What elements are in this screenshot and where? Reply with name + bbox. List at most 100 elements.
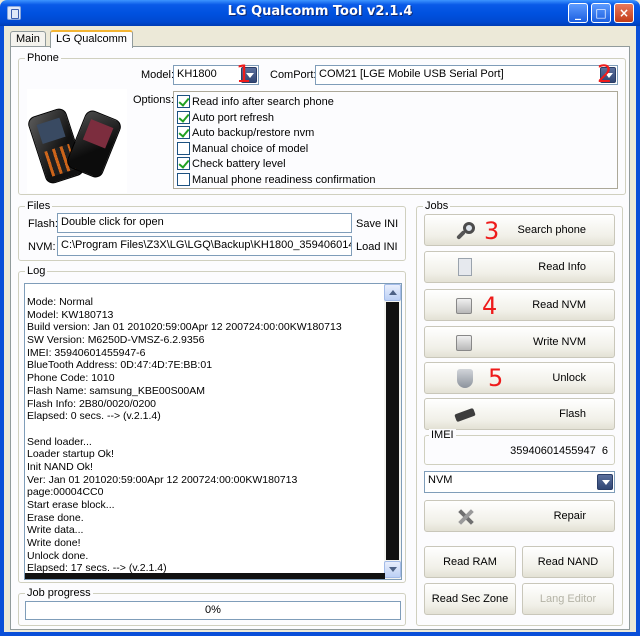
read-nand-button[interactable]: Read NAND [522, 546, 614, 578]
log-scrollbar[interactable] [384, 284, 401, 579]
log-line: Loader startup Ok! [27, 448, 114, 461]
log-line: Ver: Jan 01 201020:59:00Apr 12 200724:00… [27, 473, 298, 486]
checkbox-icon[interactable] [177, 141, 190, 155]
checkbox-icon[interactable] [177, 172, 190, 186]
log-line: Flash Name: samsung_KBE00S00AM [27, 384, 206, 397]
phone-image-right [64, 108, 124, 180]
imei-value: 35940601455947 6 [510, 445, 608, 457]
document-search-icon [455, 258, 475, 278]
annotation-marker-1: 1 [236, 60, 252, 88]
annotation-marker-5: 5 [488, 364, 504, 392]
annotation-marker-3: 3 [484, 217, 500, 245]
log-textarea[interactable]: Mode: Normal Model: KW180713 Build version… [24, 283, 402, 580]
button-label: Unlock [552, 372, 586, 384]
mode-value: NVM [428, 474, 453, 486]
flash-button[interactable]: Flash [424, 398, 615, 430]
mode-select[interactable]: NVM [424, 471, 615, 493]
option-read-info[interactable]: Read info after search phone [177, 95, 334, 110]
button-label: Search phone [517, 224, 587, 236]
repair-button[interactable]: Repair [424, 500, 615, 532]
option-manual-model[interactable]: Manual choice of model [177, 141, 309, 157]
log-line: Write data... [27, 524, 84, 537]
tab-lg-qualcomm[interactable]: LG Qualcomm [50, 30, 133, 48]
log-line: IMEI: 35940601455947-6 [27, 346, 146, 359]
read-sec-zone-button[interactable]: Read Sec Zone [424, 583, 516, 615]
magnifier-icon [455, 221, 475, 241]
option-label: Auto port refresh [192, 111, 274, 124]
log-line: Flash Info: 2B80/0020/0200 [27, 397, 157, 410]
phone-group-legend: Phone [25, 52, 61, 64]
imei-group: IMEI 35940601455947 6 [424, 429, 615, 465]
log-line: Write done! [27, 537, 81, 550]
comport-select[interactable]: COM21 [LGE Mobile USB Serial Port] [315, 65, 618, 85]
load-ini-button[interactable]: Load INI [356, 241, 398, 253]
checkbox-icon[interactable] [177, 157, 190, 170]
scroll-track[interactable] [386, 302, 399, 560]
chevron-down-icon[interactable] [597, 474, 613, 490]
comport-label: ComPort: [270, 69, 317, 81]
flash-label: Flash: [28, 218, 58, 230]
button-label: Flash [559, 408, 586, 420]
search-phone-button[interactable]: Search phone [424, 214, 615, 246]
window-frame-bottom [0, 632, 640, 636]
job-progress-legend: Job progress [25, 587, 93, 599]
window-frame-left [0, 26, 4, 636]
model-label: Model: [141, 69, 175, 81]
option-auto-port-refresh[interactable]: Auto port refresh [177, 110, 274, 126]
log-line: Erase done. [27, 511, 84, 524]
comport-value: COM21 [LGE Mobile USB Serial Port] [319, 68, 504, 80]
options-list: Read info after search phone Auto port r… [173, 91, 618, 189]
button-label: Repair [553, 510, 586, 522]
option-label: Manual choice of model [192, 142, 309, 155]
window-frame-right [636, 26, 640, 636]
imei-legend: IMEI [429, 429, 456, 441]
read-nvm-button[interactable]: Read NVM [424, 289, 615, 321]
log-line: Mode: Normal [27, 296, 93, 308]
maximize-button[interactable]: □ [591, 3, 611, 23]
annotation-marker-4: 4 [482, 292, 498, 320]
scroll-down-icon[interactable] [384, 561, 401, 578]
options-label: Options: [133, 94, 174, 106]
button-label: Read NVM [532, 299, 586, 311]
write-nvm-button[interactable]: Write NVM [424, 326, 615, 358]
close-button[interactable]: × [614, 3, 634, 23]
title-bar: LG Qualcomm Tool v2.1.4 _ □ × [0, 0, 640, 26]
jobs-group-legend: Jobs [423, 200, 451, 212]
log-line: Phone Code: 1010 [27, 372, 115, 385]
unlock-button[interactable]: Unlock [424, 362, 615, 394]
drive-write-icon [455, 333, 475, 353]
log-line: Model: KW180713 [27, 308, 114, 321]
files-group-legend: Files [25, 200, 53, 212]
log-line: page:00004CC0 [27, 486, 104, 499]
tools-icon [455, 507, 475, 527]
flash-file-field[interactable]: Double click for open [57, 213, 352, 233]
minimize-button[interactable]: _ [568, 3, 588, 23]
checkbox-icon[interactable] [177, 126, 190, 139]
phone-icon [454, 405, 476, 425]
model-value: KH1800 [177, 68, 217, 80]
save-ini-button[interactable]: Save INI [356, 218, 398, 230]
log-line: Build version: Jan 01 201020:59:00Apr 12… [27, 321, 342, 334]
option-label: Auto backup/restore nvm [192, 127, 315, 139]
annotation-marker-2: 2 [597, 60, 613, 88]
read-info-button[interactable]: Read Info [424, 251, 615, 283]
option-manual-readiness[interactable]: Manual phone readiness confirmation [177, 172, 375, 188]
log-lines: Mode: Normal Model: KW180713 Build version… [27, 296, 385, 575]
log-line: BlueTooth Address: 0D:47:4D:7E:BB:01 [27, 359, 213, 372]
button-label: Write NVM [533, 336, 586, 348]
option-auto-backup[interactable]: Auto backup/restore nvm [177, 126, 314, 141]
option-check-battery[interactable]: Check battery level [177, 157, 286, 172]
tab-main[interactable]: Main [10, 31, 46, 47]
log-line: Init NAND Ok! [27, 460, 93, 473]
log-horizontal-scrollbar[interactable] [25, 573, 385, 579]
log-line: SW Version: M6250D-VMSZ-6.2.9356 [27, 334, 205, 347]
read-ram-button[interactable]: Read RAM [424, 546, 516, 578]
log-line: Elapsed: 0 secs. --> (v.2.1.4) [27, 410, 161, 423]
nvm-file-field[interactable]: C:\Program Files\Z3X\LG\LGQ\Backup\KH180… [57, 236, 352, 256]
scroll-up-icon[interactable] [384, 284, 401, 301]
checkbox-icon[interactable] [177, 110, 190, 124]
checkbox-icon[interactable] [177, 95, 190, 108]
drive-icon [455, 296, 475, 316]
nvm-label: NVM: [28, 241, 56, 253]
